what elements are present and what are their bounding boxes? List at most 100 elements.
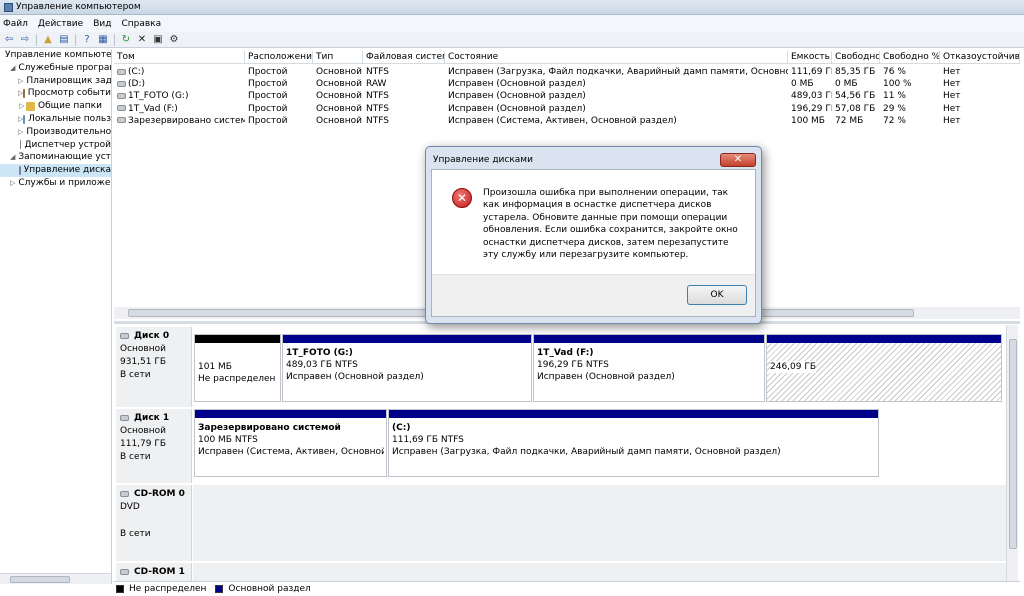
cell-text: Основной [316,115,362,126]
tree-item[interactable]: Управление диска [0,164,111,177]
dialog-footer: OK [432,274,755,316]
table-row[interactable]: 1T_Vad (F:) Простой Основной NTFS Исправен (… [114,103,1020,115]
cdrom-label[interactable]: CD-ROM 0 DVD В сети [116,485,192,561]
column-header-status[interactable]: Состояние [445,51,788,64]
cdrom-media-area[interactable] [193,563,1006,582]
cell-type: Основной [313,103,363,115]
partition-status: Исправен (Основной раздел) [537,372,675,382]
ok-button[interactable]: OK [687,285,747,305]
expanded-arrow-icon[interactable]: ◢ [10,151,15,164]
properties-icon[interactable]: ▦ [96,33,110,46]
scrollbar-thumb[interactable] [10,576,70,583]
collapsed-arrow-icon[interactable]: ▷ [10,177,15,190]
users-icon [23,114,26,124]
partition-size: 111,69 ГБ NTFS [392,435,464,445]
tree-item[interactable]: ▷ Службы и приложен [0,177,111,190]
tree-item[interactable]: ▷ Планировщик задь [0,75,111,88]
menu-file[interactable]: Файл [3,19,28,29]
collapsed-arrow-icon[interactable]: ▷ [18,75,23,88]
volume-icon [117,105,126,112]
cell-filesystem: RAW [363,78,445,90]
refresh-icon[interactable]: ↻ [119,33,133,46]
cell-text: 57,08 ГБ [835,103,876,114]
cell-layout: Простой [245,115,313,127]
cell-text: (D:) [128,79,145,90]
partition-name: 1T_Vad (F:) [537,348,594,358]
cell-text: Основной [316,103,362,114]
cell-text: NTFS [366,91,389,102]
cell-free-percent: 29 % [880,103,940,115]
column-header-filesystem[interactable]: Файловая система [363,51,445,64]
partition-1t-foto[interactable]: 1T_FOTO (G:) 489,03 ГБ NTFS Исправен (Ос… [282,334,532,402]
collapsed-arrow-icon[interactable]: ▷ [18,126,23,139]
forward-arrow-icon[interactable]: ⇨ [18,33,32,46]
tree-item[interactable]: Управление компьютер [0,49,111,62]
close-button[interactable]: ✕ [720,153,756,167]
column-header-layout[interactable]: Расположение [245,51,313,64]
dialog-titlebar[interactable]: Управление дисками ✕ [431,152,756,168]
tree-item[interactable]: ◢ Запоминающие устр [0,151,111,164]
menu-view[interactable]: Вид [93,19,111,29]
cell-free-percent: 11 % [880,90,940,102]
settings-icon[interactable]: ⚙ [167,33,181,46]
delete-icon[interactable]: ✕ [135,33,149,46]
partition-band [389,410,878,418]
cell-type: Основной [313,66,363,78]
partition-unallocated[interactable]: 101 МБ Не распределен [194,334,281,402]
column-header-fault-tolerance[interactable]: Отказоустойчиво [940,51,1020,64]
tree-item[interactable]: ◢ Служебные програм [0,62,111,75]
cdrom-label[interactable]: CD-ROM 1 [116,563,192,582]
column-header-type[interactable]: Тип [313,51,363,64]
partition-status: Исправен (Система, Активен, Основной раз… [198,447,384,457]
cell-free: 0 МБ [832,78,880,90]
tree-item-label: Службы и приложен [18,177,112,188]
tree-item[interactable]: ▷ Общие папки [0,100,111,113]
partition-free-space[interactable]: 246,09 ГБ [766,334,1002,402]
tree-item-label: Управление диска [23,165,111,176]
menu-action[interactable]: Действие [38,19,83,29]
tree-item[interactable]: ▷ Просмотр событи [0,87,111,100]
partition-system-reserved[interactable]: Зарезервировано системой 100 МБ NTFS Исп… [194,409,387,477]
export-icon[interactable]: ▣ [151,33,165,46]
expanded-arrow-icon[interactable]: ◢ [10,62,15,75]
table-row[interactable]: (C:) Простой Основной NTFS Исправен (Загрузк… [114,66,1020,78]
cell-text: 1T_Vad (F:) [128,103,178,114]
cell-text: 54,56 ГБ [835,91,876,102]
partition-c[interactable]: (C:) 111,69 ГБ NTFS Исправен (Загрузка, … [388,409,879,477]
disk-label[interactable]: Диск 0 Основной 931,51 ГБ В сети [116,327,192,407]
back-arrow-icon[interactable]: ⇦ [2,33,16,46]
partition-status: Не распределен [198,374,276,384]
tree-item-label: Планировщик задь [26,75,112,86]
toolbar-separator [75,33,76,46]
cell-text: Нет [943,67,961,77]
table-row[interactable]: (D:) Простой Основной RAW Исправен (Основной… [114,78,1020,90]
column-header-free[interactable]: Свободно [832,51,880,64]
menu-help[interactable]: Справка [121,19,161,29]
disk-label[interactable]: Диск 1 Основной 111,79 ГБ В сети [116,409,192,483]
tree-item[interactable]: Диспетчер устрой [0,139,111,152]
column-header-capacity[interactable]: Емкость [788,51,832,64]
show-hide-tree-icon[interactable]: ▤ [57,33,71,46]
cell-status: Исправен (Основной раздел) [445,78,788,90]
collapsed-arrow-icon[interactable]: ▷ [18,100,26,113]
tree-item-label: Локальные польз [28,113,111,124]
partition-1t-vad[interactable]: 1T_Vad (F:) 196,29 ГБ NTFS Исправен (Осн… [533,334,765,402]
cell-capacity: 489,03 ГБ [788,90,832,102]
help-icon[interactable]: ? [80,33,94,46]
device-manager-icon [19,140,22,150]
tree-item[interactable]: ▷ Производительно [0,126,111,139]
tree-horizontal-scrollbar[interactable] [0,573,111,584]
cdrom-media-area[interactable] [193,485,1006,561]
cell-text: Простой [248,67,288,77]
tree-item[interactable]: ▷ Локальные польз [0,113,111,126]
column-header-free-percent[interactable]: Свободно % [880,51,940,64]
cell-free: 57,08 ГБ [832,103,880,115]
disk-map-vertical-scrollbar[interactable] [1006,325,1018,582]
up-folder-icon[interactable]: ▲ [41,33,55,46]
scrollbar-thumb[interactable] [1009,339,1017,549]
column-header-volume[interactable]: Том [114,51,245,64]
window-title: Управление компьютером [16,1,141,12]
computer-management-icon [4,2,13,12]
table-row[interactable]: 1T_FOTO (G:) Простой Основной NTFS Исправен … [114,90,1020,102]
table-row[interactable]: Зарезервировано системойПростой Основной N… [114,115,1020,127]
